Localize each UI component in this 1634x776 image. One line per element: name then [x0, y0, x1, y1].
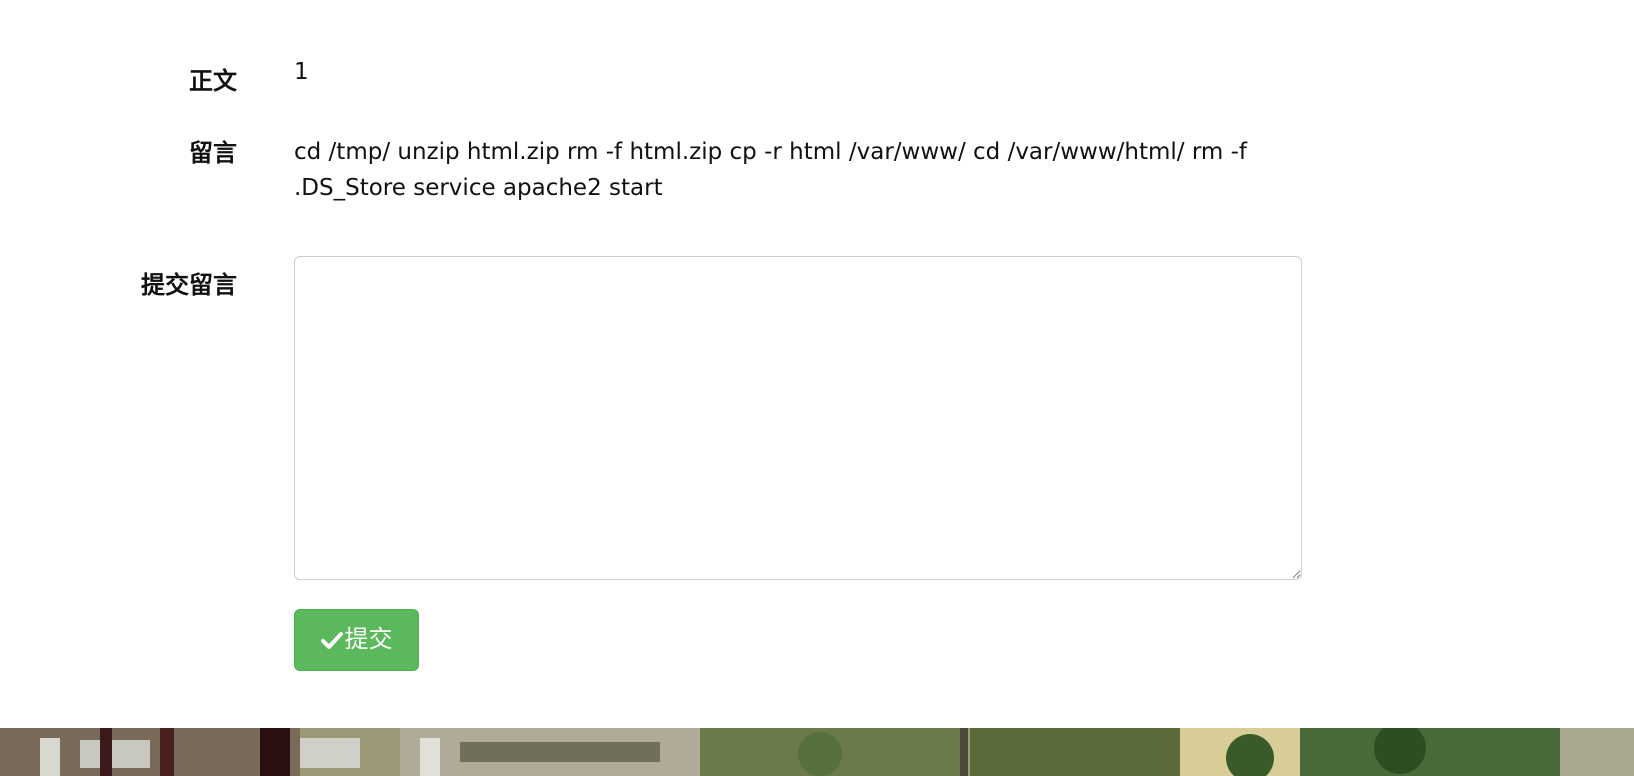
submit-button-label: 提交 — [344, 626, 393, 653]
comment-textarea[interactable] — [294, 256, 1302, 580]
body-value: 1 — [294, 59, 309, 85]
page: 正文 1 留言 cd /tmp/ unzip html.zip rm -f ht… — [0, 0, 1634, 776]
footer-banner-image — [0, 728, 1634, 776]
message-value: cd /tmp/ unzip html.zip rm -f html.zip c… — [294, 139, 1248, 201]
message-label: 留言 — [189, 139, 237, 167]
body-label: 正文 — [189, 67, 237, 95]
submit-message-label: 提交留言 — [141, 271, 237, 299]
submit-button[interactable]: 提交 — [294, 609, 419, 671]
check-icon — [320, 629, 343, 651]
